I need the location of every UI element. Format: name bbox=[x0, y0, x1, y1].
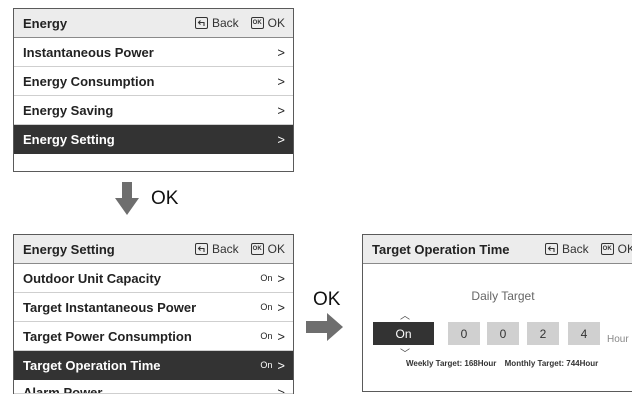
menu-item-target-operation-time[interactable]: Target Operation Time On > bbox=[14, 351, 293, 380]
hour-digit[interactable]: 0 bbox=[448, 322, 480, 345]
chevron-right-icon: > bbox=[277, 131, 285, 147]
panel-header: Target Operation Time Back OK OK bbox=[363, 235, 632, 264]
menu-item-outdoor-unit-capacity[interactable]: Outdoor Unit Capacity On > bbox=[14, 264, 293, 293]
panel-title: Target Operation Time bbox=[372, 241, 510, 257]
ok-icon[interactable]: OK bbox=[250, 17, 264, 29]
menu-item-label: Energy Saving bbox=[23, 102, 114, 118]
weekly-target: Weekly Target: 168Hour bbox=[406, 359, 497, 368]
back-icon[interactable] bbox=[544, 243, 558, 255]
menu-item-label: Alarm Power bbox=[23, 385, 103, 394]
chevron-up-icon[interactable]: ︿ bbox=[400, 307, 410, 322]
daily-target-label: Daily Target bbox=[471, 289, 535, 303]
menu-item-alarm-power[interactable]: Alarm Power > bbox=[14, 380, 293, 394]
chevron-right-icon: > bbox=[277, 328, 285, 344]
header-actions: Back OK OK bbox=[194, 16, 285, 30]
menu-item-label: Target Power Consumption bbox=[23, 328, 192, 344]
menu-item-energy-consumption[interactable]: Energy Consumption > bbox=[14, 67, 293, 96]
back-button[interactable]: Back bbox=[212, 242, 239, 256]
ok-icon[interactable]: OK bbox=[250, 243, 264, 255]
monthly-target: Monthly Target: 744Hour bbox=[504, 359, 599, 368]
menu-item-label: Outdoor Unit Capacity bbox=[23, 270, 161, 286]
ok-button[interactable]: OK bbox=[268, 16, 285, 30]
menu-item-label: Target Instantaneous Power bbox=[23, 299, 197, 315]
flow-label-ok-right: OK bbox=[313, 289, 341, 310]
back-icon[interactable] bbox=[194, 243, 208, 255]
chevron-right-icon: > bbox=[277, 357, 285, 373]
chevron-right-icon: > bbox=[277, 44, 285, 60]
hour-digit[interactable]: 4 bbox=[568, 322, 600, 345]
menu-item-label: Target Operation Time bbox=[23, 357, 161, 373]
hour-digit[interactable]: 2 bbox=[527, 322, 559, 345]
energy-menu-panel: Energy Back OK OK Instantaneous Power > … bbox=[13, 8, 294, 172]
menu-item-value: On bbox=[260, 360, 273, 370]
menu-item-value: On bbox=[260, 273, 273, 283]
flow-label-ok-down: OK bbox=[151, 188, 179, 209]
menu-item-label: Instantaneous Power bbox=[23, 44, 154, 60]
hour-digit[interactable]: 0 bbox=[487, 322, 519, 345]
chevron-down-icon[interactable]: ﹀ bbox=[400, 345, 410, 360]
panel-title: Energy Setting bbox=[23, 241, 115, 257]
unit-label: Hour bbox=[607, 334, 629, 345]
on-off-selector[interactable]: On bbox=[373, 322, 434, 345]
ok-icon[interactable]: OK bbox=[600, 243, 614, 255]
panel-header: Energy Back OK OK bbox=[14, 9, 293, 38]
panel-title: Energy bbox=[23, 15, 68, 31]
header-actions: Back OK OK bbox=[544, 242, 632, 256]
target-operation-time-panel: Target Operation Time Back OK OK Daily T… bbox=[362, 234, 632, 392]
chevron-right-icon: > bbox=[277, 73, 285, 89]
chevron-right-icon: > bbox=[277, 385, 285, 394]
menu-item-target-instantaneous-power[interactable]: Target Instantaneous Power On > bbox=[14, 293, 293, 322]
right-arrow-icon bbox=[306, 313, 343, 341]
back-icon[interactable] bbox=[194, 17, 208, 29]
menu-item-value: On bbox=[260, 302, 273, 312]
header-actions: Back OK OK bbox=[194, 242, 285, 256]
energy-setting-panel: Energy Setting Back OK OK Outdoor Unit C… bbox=[13, 234, 294, 394]
menu-item-label: Energy Setting bbox=[23, 131, 115, 147]
menu-item-value: On bbox=[260, 331, 273, 341]
menu-item-instantaneous-power[interactable]: Instantaneous Power > bbox=[14, 38, 293, 67]
ok-button[interactable]: OK bbox=[268, 242, 285, 256]
chevron-right-icon: > bbox=[277, 102, 285, 118]
menu-item-energy-setting[interactable]: Energy Setting > bbox=[14, 125, 293, 154]
chevron-right-icon: > bbox=[277, 270, 285, 286]
target-summary: Weekly Target: 168Hour Monthly Target: 7… bbox=[406, 359, 604, 368]
back-button[interactable]: Back bbox=[562, 242, 589, 256]
panel-header: Energy Setting Back OK OK bbox=[14, 235, 293, 264]
menu-item-target-power-consumption[interactable]: Target Power Consumption On > bbox=[14, 322, 293, 351]
menu-item-energy-saving[interactable]: Energy Saving > bbox=[14, 96, 293, 125]
down-arrow-icon bbox=[115, 182, 139, 215]
menu-item-label: Energy Consumption bbox=[23, 73, 155, 89]
ok-button[interactable]: OK bbox=[618, 242, 632, 256]
chevron-right-icon: > bbox=[277, 299, 285, 315]
back-button[interactable]: Back bbox=[212, 16, 239, 30]
